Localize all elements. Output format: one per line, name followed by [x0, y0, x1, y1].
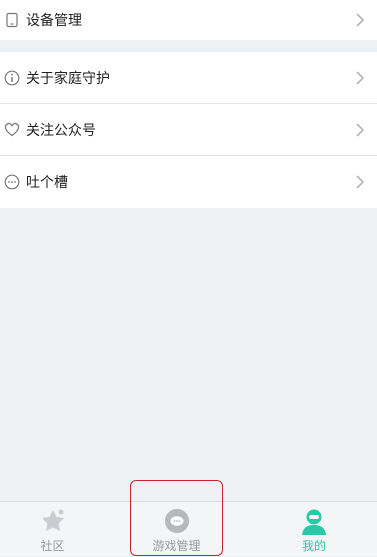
menu-item-label: 关于家庭守护 — [26, 70, 110, 87]
menu-item-feedback[interactable]: 吐个槽 — [0, 156, 377, 208]
menu-item-label: 关注公众号 — [26, 122, 96, 139]
tab-profile[interactable]: 我的 — [263, 502, 365, 557]
heart-icon — [4, 122, 20, 138]
tab-community[interactable]: 社区 — [0, 502, 105, 557]
profile-icon — [301, 508, 327, 540]
highlight-frame — [130, 480, 223, 556]
menu-item-follow-account[interactable]: 关注公众号 — [0, 104, 377, 155]
tab-label: 我的 — [301, 539, 326, 553]
device-icon — [4, 12, 20, 28]
tab-label: 社区 — [40, 539, 65, 553]
info-icon — [4, 70, 20, 86]
community-icon — [39, 508, 67, 538]
menu-item-label: 设备管理 — [26, 13, 82, 29]
chevron-right-icon — [355, 70, 365, 86]
chevron-right-icon — [355, 122, 365, 138]
menu-item-device-management[interactable]: 设备管理 — [0, 0, 377, 40]
menu-item-about[interactable]: 关于家庭守护 — [0, 52, 377, 103]
chevron-right-icon — [355, 12, 365, 28]
menu-item-label: 吐个槽 — [26, 175, 68, 191]
chevron-right-icon — [355, 174, 365, 190]
chat-bubble-icon — [4, 174, 20, 190]
